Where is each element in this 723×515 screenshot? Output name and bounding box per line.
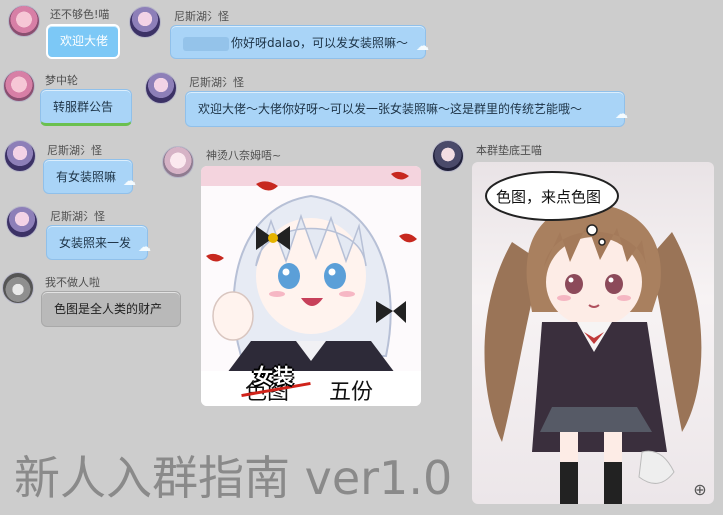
anime-girl-illustration [484, 171, 702, 504]
sender-name[interactable]: 梦中轮 [45, 72, 78, 88]
avatar[interactable] [6, 206, 38, 238]
anime-girl-illustration [201, 166, 421, 406]
message-bubble[interactable]: 你好呀dalao，可以发女装照嘛～ ☁ [170, 25, 429, 59]
cloud-icon: ☁ [138, 240, 151, 255]
message-bubble[interactable]: 欢迎大佬 [46, 24, 120, 59]
meme-overlay-text: 女装 [253, 364, 293, 388]
blurred-mention [183, 36, 229, 51]
avatar[interactable] [145, 72, 177, 104]
avatar[interactable] [432, 140, 464, 172]
sender-name[interactable]: 尼斯湖氵怪 [47, 142, 102, 158]
zoom-in-icon[interactable]: ⊕ [689, 479, 711, 501]
sender-name[interactable]: 我不做人啦 [45, 274, 100, 290]
sender-name[interactable]: 尼斯湖氵怪 [174, 8, 229, 24]
meme-suffix-text: 五份 [329, 380, 374, 405]
sender-name[interactable]: 神烫八奈姆唔~ [206, 147, 281, 163]
sender-name[interactable]: 尼斯湖氵怪 [50, 208, 105, 224]
avatar[interactable] [129, 6, 161, 38]
avatar[interactable] [3, 70, 35, 102]
meme-image-right[interactable]: 色图，来点色图 ⊕ [472, 162, 714, 504]
message-text: 有女装照嘛 [56, 170, 117, 184]
message-text: 你好呀dalao，可以发女装照嘛～ [231, 36, 409, 50]
sender-name[interactable]: 还不够色!喵 [50, 6, 109, 22]
message-bubble[interactable]: 转服群公告 [40, 89, 132, 126]
meme-image-left[interactable]: 色图 女装 五份 [201, 166, 421, 406]
page-title: 新人入群指南 ver1.0 [14, 451, 453, 505]
avatar[interactable] [8, 5, 40, 37]
message-bubble[interactable]: 女装照来一发 ☁ [46, 225, 151, 260]
speech-text: 色图，来点色图 [496, 188, 602, 206]
message-bubble[interactable]: 欢迎大佬～大佬你好呀～可以发一张女装照嘛～这是群里的传统艺能哦～ ☁ [185, 91, 628, 127]
cloud-icon: ☁ [123, 174, 136, 189]
avatar[interactable] [162, 146, 194, 178]
message-bubble[interactable]: 色图是全人类的财产 [41, 291, 181, 327]
message-bubble[interactable]: 有女装照嘛 ☁ [43, 159, 136, 194]
sender-name[interactable]: 尼斯湖氵怪 [189, 74, 244, 90]
cloud-icon: ☁ [615, 107, 628, 122]
sender-name[interactable]: 本群垫底王喵 [476, 142, 542, 158]
message-text: 女装照来一发 [59, 236, 132, 250]
message-text: 欢迎大佬～大佬你好呀～可以发一张女装照嘛～这是群里的传统艺能哦～ [198, 102, 583, 116]
avatar[interactable] [2, 272, 34, 304]
avatar[interactable] [4, 140, 36, 172]
cloud-icon: ☁ [416, 39, 429, 54]
